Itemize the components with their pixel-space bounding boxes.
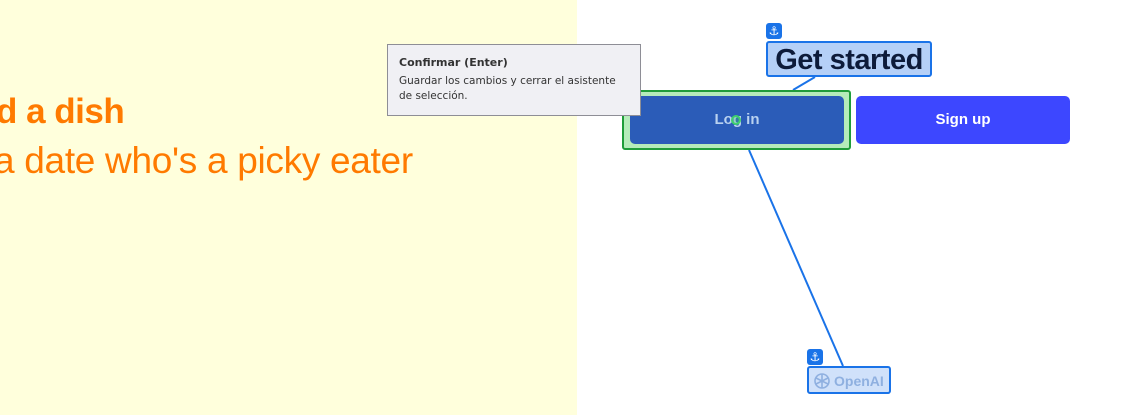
hero-subline: a date who's a picky eater — [0, 140, 413, 181]
anchor-icon: ⚓ — [766, 23, 782, 39]
cursor-indicator-icon — [731, 115, 741, 125]
logo-selection-box: OpenAI — [807, 366, 891, 394]
tooltip-body: Guardar los cambios y cerrar el asistent… — [399, 75, 616, 102]
confirm-tooltip: Confirmar (Enter) Guardar los cambios y … — [387, 44, 641, 116]
title-selection-box: Get started — [766, 41, 932, 77]
anchor-icon: ⚓ — [807, 349, 823, 365]
page: d a dish a date who's a picky eater ⚓ Ge… — [0, 0, 1123, 415]
page-title: Get started — [775, 44, 923, 76]
signup-button[interactable]: Sign up — [856, 96, 1070, 144]
tooltip-title: Confirmar (Enter) — [399, 56, 508, 69]
openai-logo-icon — [814, 373, 830, 389]
logo-wordmark: OpenAI — [834, 373, 884, 389]
hero-headline: d a dish — [0, 92, 125, 131]
